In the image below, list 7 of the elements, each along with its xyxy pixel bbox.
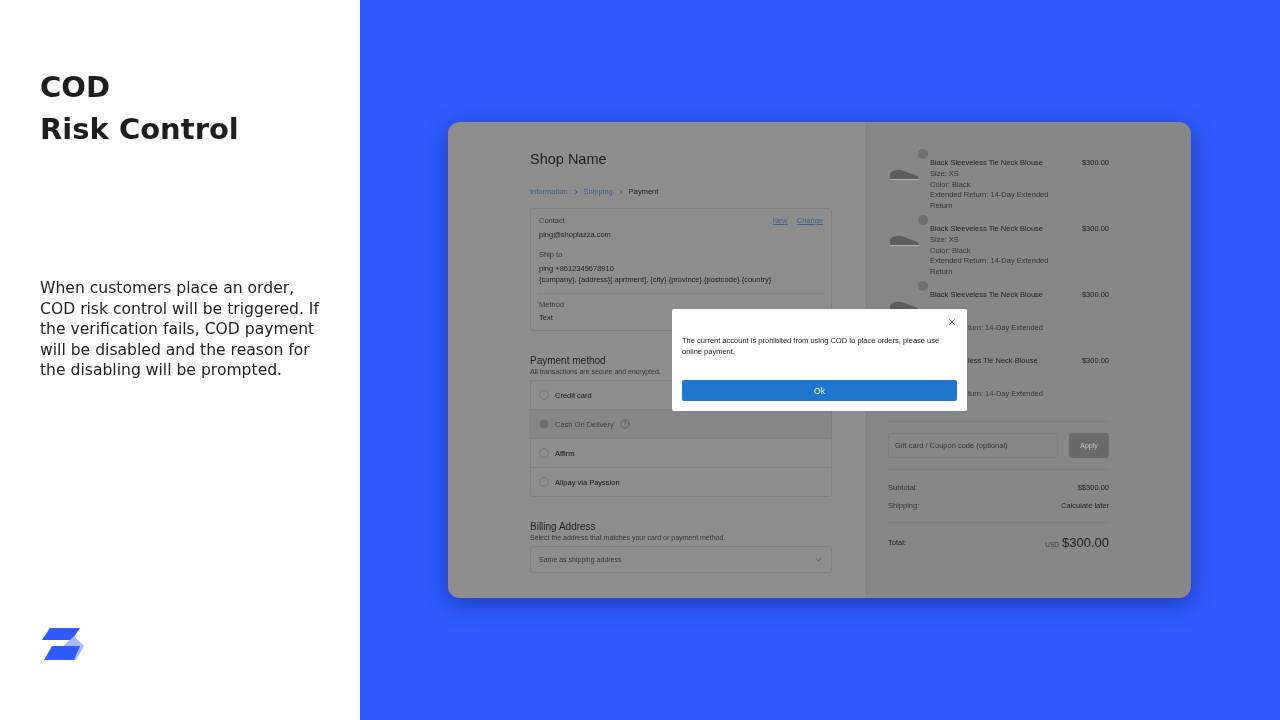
total-value: $300.00: [1062, 534, 1109, 550]
slide-title: Risk Control: [40, 111, 240, 148]
shop-name: Shop Name: [530, 151, 608, 167]
slide-description: When customers place an order, COD risk control will be triggered. If the verification fails, COD payment will be disabled and the reason for the disabling will be prompted.: [40, 278, 321, 381]
slide-title: COD: [40, 69, 111, 106]
section-title: Billing Address: [530, 521, 597, 532]
section-title: Payment method: [530, 355, 607, 366]
